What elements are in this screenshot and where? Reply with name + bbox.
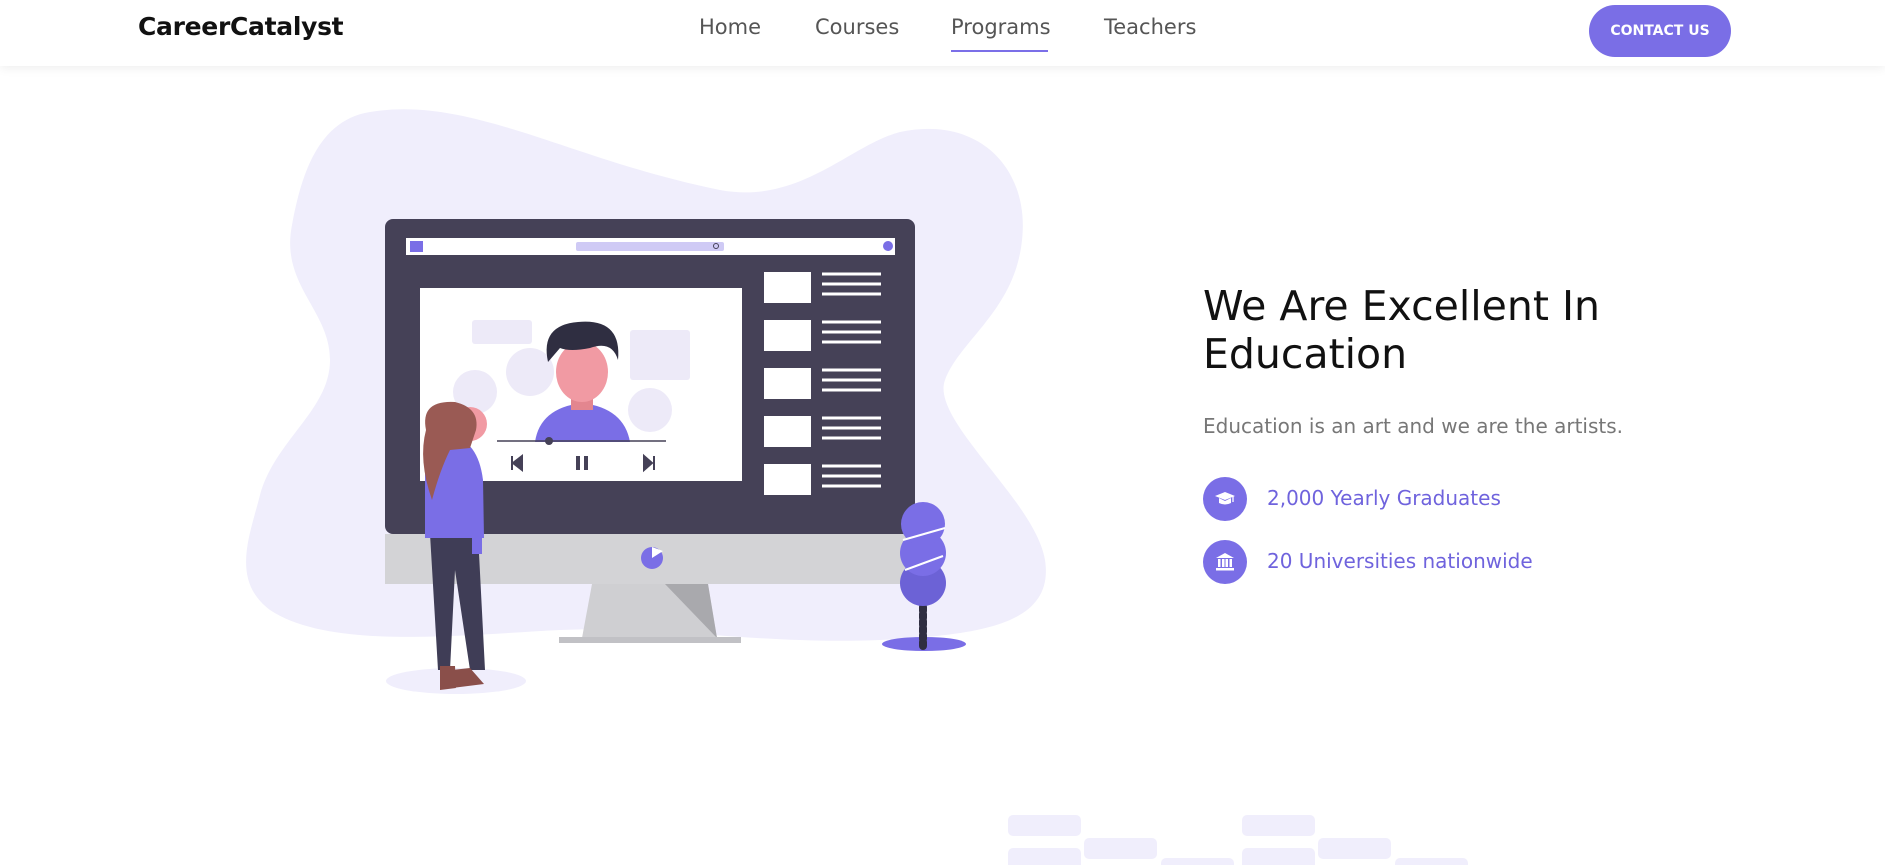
feature-universities-text: 20 Universities nationwide — [1267, 549, 1533, 573]
nav-courses[interactable]: Courses — [815, 15, 899, 39]
hero-subtitle: Education is an art and we are the artis… — [1203, 414, 1624, 438]
nav-teachers[interactable]: Teachers — [1104, 15, 1196, 39]
brand-logo[interactable]: CareerCatalyst — [138, 12, 344, 41]
nav-home[interactable]: Home — [699, 15, 761, 39]
graduation-cap-icon — [1203, 477, 1247, 521]
hero-title: We Are Excellent In Education — [1203, 282, 1601, 378]
active-nav-underline — [951, 50, 1048, 52]
decorative-bricks — [1008, 815, 1468, 865]
nav-programs[interactable]: Programs — [951, 15, 1051, 39]
university-building-icon — [1203, 540, 1247, 584]
feature-graduates-text: 2,000 Yearly Graduates — [1267, 486, 1501, 510]
contact-us-button[interactable]: CONTACT US — [1589, 5, 1731, 57]
top-navbar: CareerCatalyst Home Courses Programs Tea… — [0, 0, 1885, 66]
